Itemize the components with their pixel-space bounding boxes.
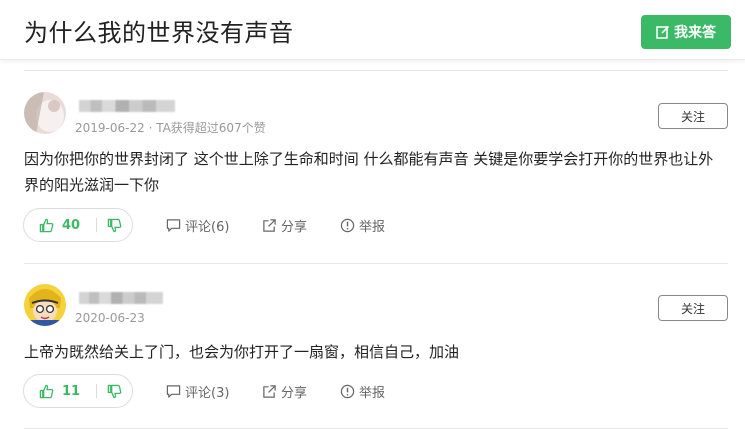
share-button[interactable]: 分享 [262, 216, 307, 235]
comment-icon [166, 219, 181, 232]
share-label: 分享 [281, 220, 308, 235]
comment-label: 评论(6) [185, 220, 230, 235]
report-label: 举报 [359, 386, 386, 401]
question-header: 为什么我的世界没有声音 我来答 [0, 0, 745, 60]
answer-stat: · TA获得超过607个赞 [144, 121, 266, 135]
report-button[interactable]: 举报 [340, 216, 385, 235]
thumbs-down-icon [107, 218, 122, 232]
answer-content: 上帝为既然给关上了门，也会为你打开了一扇窗，相信自己，加油 [24, 343, 460, 361]
warning-icon [340, 218, 355, 233]
answer-meta: 2020-06-23 [75, 311, 145, 325]
avatar[interactable] [24, 284, 66, 326]
comment-button[interactable]: 评论(3) [166, 382, 229, 401]
like-count: 11 [62, 383, 81, 399]
dislike-button[interactable] [97, 218, 132, 233]
report-button[interactable]: 举报 [340, 382, 385, 401]
like-count: 40 [62, 217, 81, 233]
warning-icon [340, 384, 355, 399]
thumbs-up-icon [39, 218, 54, 232]
avatar[interactable] [24, 92, 66, 134]
username-blurred [79, 100, 175, 112]
answer-date: 2019-06-22 [75, 121, 145, 135]
answer-meta: 2019-06-22 · TA获得超过607个赞 [75, 119, 266, 136]
comment-icon [166, 385, 181, 398]
dislike-button[interactable] [97, 384, 132, 399]
share-icon [263, 385, 276, 398]
like-button[interactable]: 11 [24, 384, 96, 399]
answer-button[interactable]: 我来答 [641, 15, 731, 49]
comment-label: 评论(3) [185, 386, 230, 401]
answer-content: 因为你把你的世界封闭了 这个世上除了生命和时间 什么都能有声音 关键是你要学会打… [24, 150, 714, 194]
question-title: 为什么我的世界没有声音 [24, 19, 294, 47]
follow-button[interactable]: 关注 [658, 295, 728, 321]
divider [24, 428, 728, 429]
username-blurred [79, 292, 163, 304]
edit-icon [656, 25, 670, 39]
thumbs-up-icon [39, 384, 54, 398]
answer-button-label: 我来答 [674, 25, 716, 41]
report-label: 举报 [359, 220, 386, 235]
follow-button[interactable]: 关注 [658, 103, 728, 129]
vote-box: 11 [23, 374, 133, 408]
vote-box: 40 [23, 208, 133, 242]
divider [24, 70, 728, 71]
share-button[interactable]: 分享 [262, 382, 307, 401]
share-icon [263, 219, 276, 232]
comment-button[interactable]: 评论(6) [166, 216, 229, 235]
divider [24, 263, 728, 264]
share-label: 分享 [281, 386, 308, 401]
like-button[interactable]: 40 [24, 218, 96, 233]
answer-date: 2020-06-23 [75, 311, 145, 325]
thumbs-down-icon [107, 384, 122, 398]
